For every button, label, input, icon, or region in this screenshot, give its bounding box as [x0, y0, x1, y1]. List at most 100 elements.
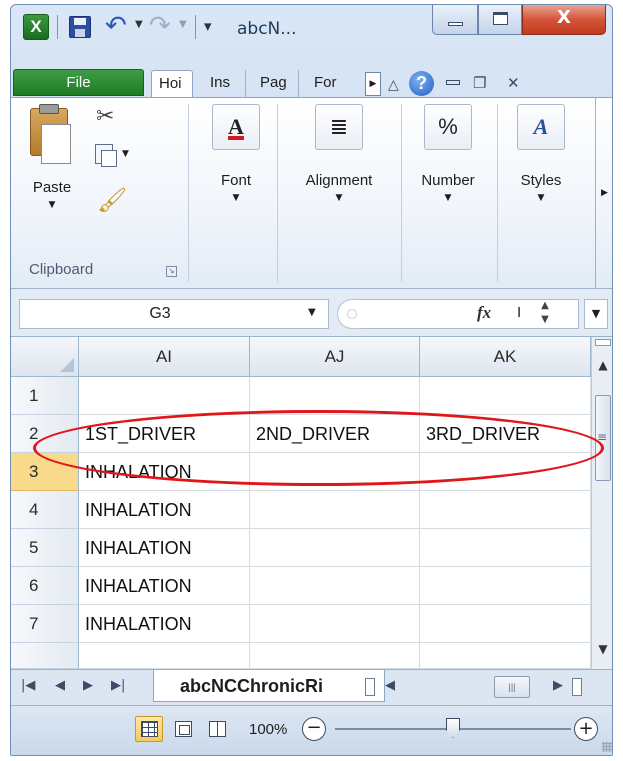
zoom-level[interactable]: 100%: [249, 721, 287, 738]
customize-toolbar-icon[interactable]: ▾: [204, 17, 212, 35]
redo-icon[interactable]: ↷: [149, 11, 171, 41]
tab-home[interactable]: Hoi: [151, 70, 193, 98]
styles-button[interactable]: A Styles ▼: [503, 104, 579, 234]
format-painter-icon[interactable]: 🖌: [97, 186, 127, 214]
excel-logo-icon[interactable]: X: [23, 14, 49, 40]
zoom-slider-thumb[interactable]: [446, 718, 460, 738]
cell-partial[interactable]: [79, 643, 250, 669]
cell-aj6[interactable]: [250, 567, 420, 605]
expand-formula-bar-icon[interactable]: ▼: [584, 299, 608, 329]
maximize-button[interactable]: [478, 5, 522, 35]
cell-ai3[interactable]: INHALATION: [79, 453, 250, 491]
vertical-scroll-thumb[interactable]: [595, 395, 611, 481]
row-header-2[interactable]: 2: [11, 415, 79, 453]
cell-partial[interactable]: [420, 643, 591, 669]
row-header-3[interactable]: 3: [11, 453, 79, 491]
clipboard-launcher-icon[interactable]: ↘: [166, 266, 177, 277]
cell-aj5[interactable]: [250, 529, 420, 567]
save-icon[interactable]: [69, 16, 91, 38]
vertical-scrollbar[interactable]: ▲ ▼: [591, 337, 612, 669]
last-sheet-icon[interactable]: ▶|: [111, 678, 125, 693]
scroll-up-icon[interactable]: ▲: [592, 353, 612, 377]
cell-ai7[interactable]: INHALATION: [79, 605, 250, 643]
tab-scroll-right-icon[interactable]: ▶: [365, 72, 381, 96]
row-header-7[interactable]: 7: [11, 605, 79, 643]
previous-sheet-icon[interactable]: ◀: [55, 678, 65, 693]
cell-aj3[interactable]: [250, 453, 420, 491]
cell-ai5[interactable]: INHALATION: [79, 529, 250, 567]
paste-button[interactable]: Paste ▼: [19, 104, 81, 220]
formula-scroll-icon[interactable]: ▲ ▼: [537, 299, 553, 329]
column-header-ai[interactable]: AI: [79, 337, 250, 377]
scroll-left-icon[interactable]: ◀: [385, 678, 395, 693]
workbook-restore-icon[interactable]: ❐: [473, 74, 486, 92]
page-layout-view-button[interactable]: [169, 716, 197, 742]
ribbon-scroll-right-icon[interactable]: ▶: [595, 98, 612, 288]
tab-split-icon[interactable]: [365, 678, 375, 696]
paste-dropdown-icon[interactable]: ▼: [19, 200, 85, 210]
cell-ai6[interactable]: INHALATION: [79, 567, 250, 605]
scroll-right-icon[interactable]: ▶: [553, 678, 563, 693]
cell-aj7[interactable]: [250, 605, 420, 643]
alignment-button[interactable]: ≣ Alignment ▼: [283, 104, 395, 234]
close-button[interactable]: X: [522, 5, 606, 35]
name-box[interactable]: G3 ▼: [19, 299, 329, 329]
sheet-tab-bar: |◀ ◀ ▶ ▶| abcNCChronicRi ◀ ||| ▶: [11, 669, 612, 705]
cell-ai1[interactable]: [79, 377, 250, 415]
font-button[interactable]: A Font ▼: [201, 104, 271, 234]
cell-ak3[interactable]: [420, 453, 591, 491]
undo-dropdown-icon[interactable]: ▼: [135, 19, 143, 30]
row-header-1[interactable]: 1: [11, 377, 79, 415]
cut-icon[interactable]: ✂: [96, 104, 114, 129]
cell-ak1[interactable]: [420, 377, 591, 415]
cell-ak2[interactable]: 3RD_DRIVER: [420, 415, 591, 453]
undo-icon[interactable]: ↶: [105, 11, 127, 41]
first-sheet-icon[interactable]: |◀: [21, 678, 35, 693]
next-sheet-icon[interactable]: ▶: [83, 678, 93, 693]
column-header-ak[interactable]: AK: [420, 337, 591, 377]
copy-dropdown-icon[interactable]: ▼: [122, 149, 129, 159]
zoom-in-icon[interactable]: +: [574, 717, 598, 741]
cell-ai4[interactable]: INHALATION: [79, 491, 250, 529]
number-button[interactable]: % Number ▼: [405, 104, 491, 234]
tab-page-layout[interactable]: Pag: [253, 70, 299, 97]
cell-ak4[interactable]: [420, 491, 591, 529]
name-box-dropdown-icon[interactable]: ▼: [308, 307, 316, 318]
select-all-corner[interactable]: [11, 337, 79, 377]
horizontal-split-icon[interactable]: [572, 678, 582, 696]
cell-ak7[interactable]: [420, 605, 591, 643]
workbook-minimize-icon[interactable]: [446, 80, 460, 85]
scroll-down-icon[interactable]: ▼: [592, 637, 612, 661]
minimize-ribbon-icon[interactable]: △: [388, 77, 399, 93]
normal-view-button[interactable]: [135, 716, 163, 742]
row-header-4[interactable]: 4: [11, 491, 79, 529]
copy-icon[interactable]: [95, 144, 117, 167]
insert-function-icon[interactable]: fx: [477, 303, 491, 323]
cell-ak6[interactable]: [420, 567, 591, 605]
row-header-partial[interactable]: [11, 643, 79, 669]
column-header-aj[interactable]: AJ: [250, 337, 420, 377]
minimize-button[interactable]: [432, 5, 478, 35]
horizontal-scroll-thumb[interactable]: |||: [494, 676, 530, 698]
split-box-icon[interactable]: [595, 339, 611, 346]
cell-ai2[interactable]: 1ST_DRIVER: [79, 415, 250, 453]
zoom-out-icon[interactable]: −: [302, 717, 326, 741]
row-header-6[interactable]: 6: [11, 567, 79, 605]
font-icon: A: [212, 104, 260, 150]
formula-bar-resize-icon[interactable]: [337, 299, 361, 329]
cell-ak5[interactable]: [420, 529, 591, 567]
resize-grip-icon[interactable]: [602, 742, 612, 752]
page-break-view-button[interactable]: [203, 716, 231, 742]
tab-formulas[interactable]: For: [307, 70, 359, 97]
help-icon[interactable]: ?: [409, 71, 434, 96]
cell-aj4[interactable]: [250, 491, 420, 529]
cell-aj1[interactable]: [250, 377, 420, 415]
workbook-close-icon[interactable]: ✕: [507, 74, 520, 92]
sheet-tab-active[interactable]: abcNCChronicRi: [153, 670, 385, 702]
cell-partial[interactable]: [250, 643, 420, 669]
tab-file[interactable]: File: [13, 69, 144, 96]
redo-dropdown-icon[interactable]: ▼: [179, 19, 187, 30]
row-header-5[interactable]: 5: [11, 529, 79, 567]
cell-aj2[interactable]: 2ND_DRIVER: [250, 415, 420, 453]
tab-insert[interactable]: Ins: [203, 70, 246, 97]
